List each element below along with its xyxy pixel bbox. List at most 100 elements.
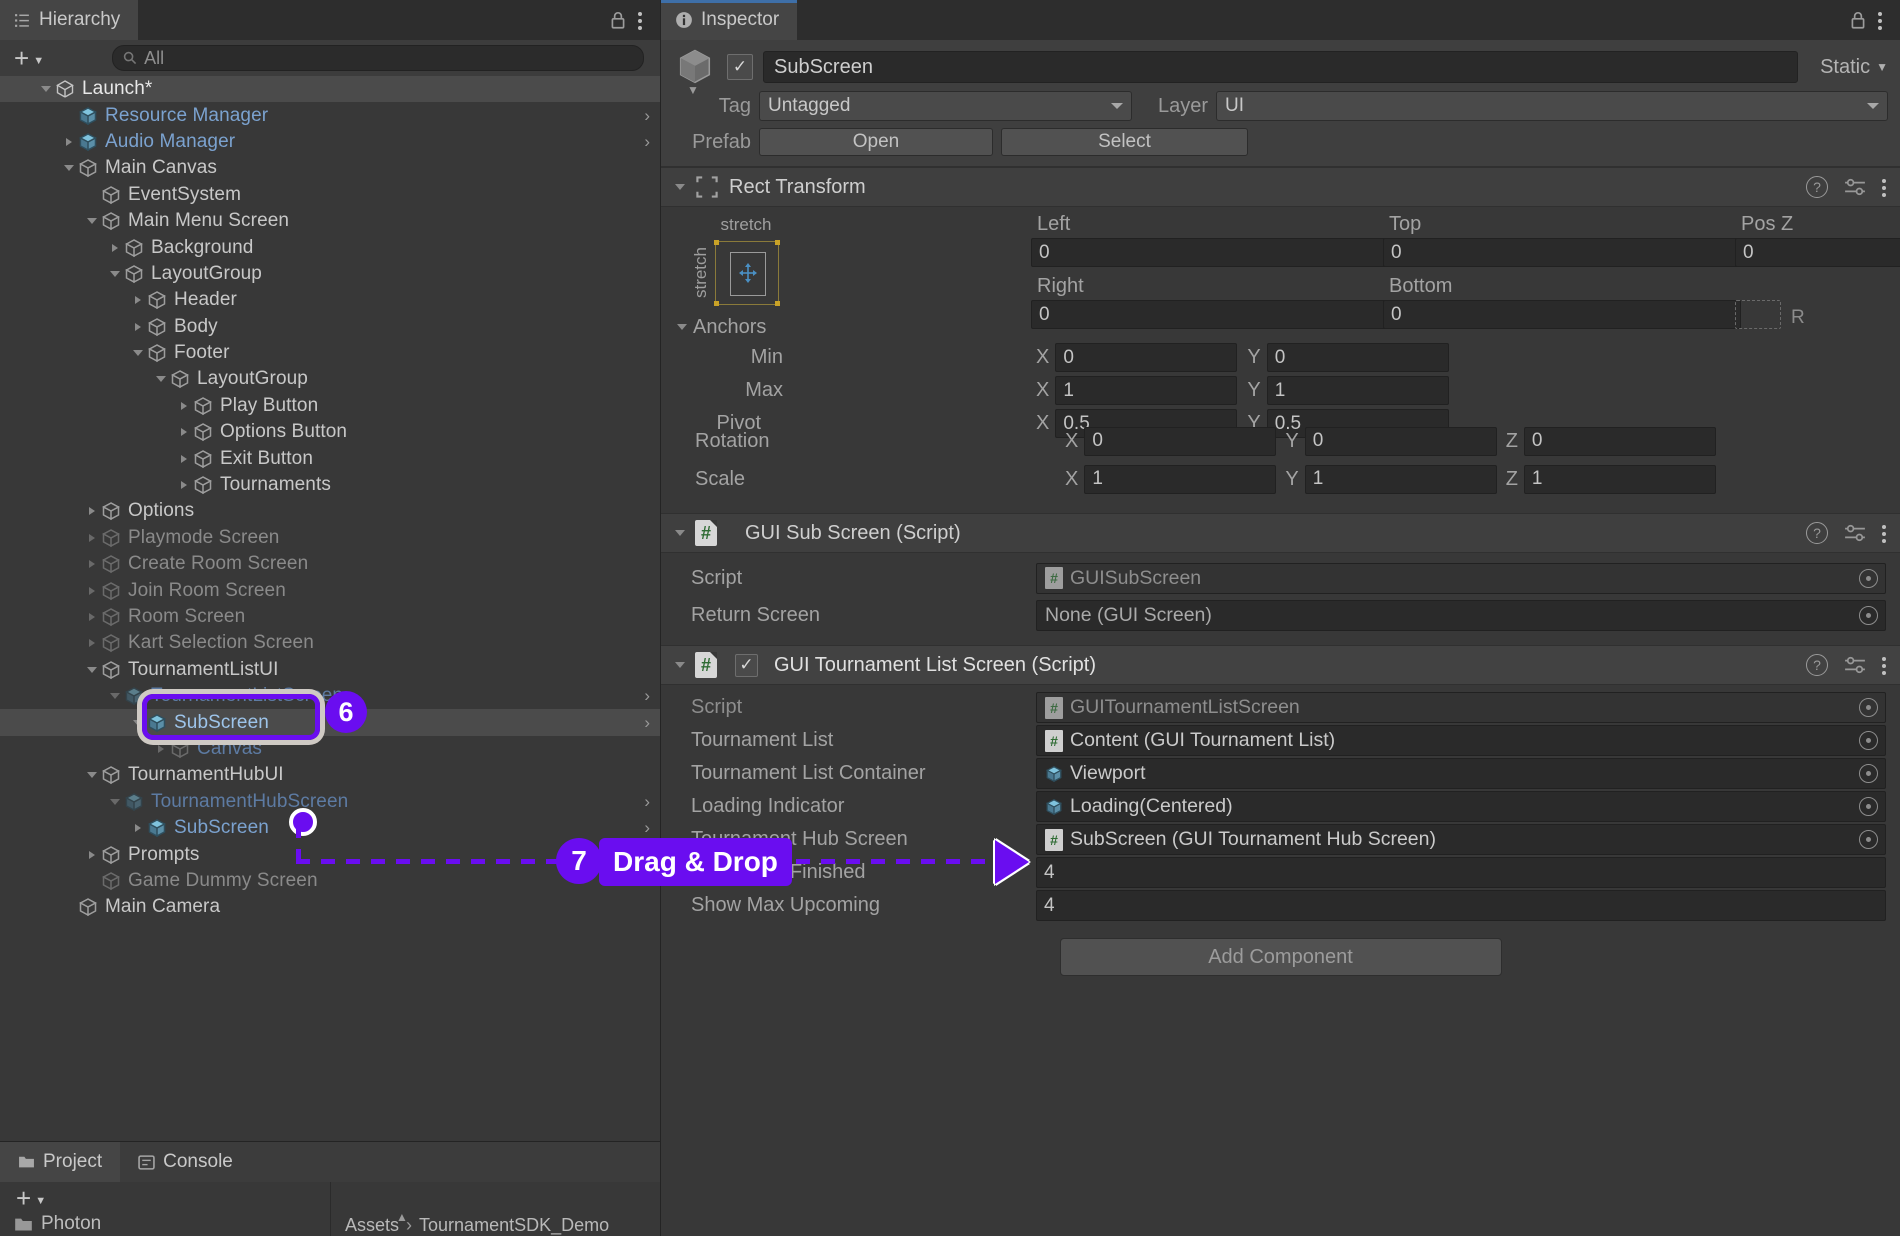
tag-dropdown[interactable]: Untagged	[759, 91, 1132, 121]
project-add-button[interactable]: + ▼	[10, 1185, 52, 1211]
hierarchy-item-main-canvas[interactable]: Main Canvas	[0, 155, 660, 181]
collapse-triangle-icon[interactable]	[675, 662, 685, 668]
hierarchy-item-main-menu-screen[interactable]: Main Menu Screen	[0, 208, 660, 234]
hierarchy-item-play-button[interactable]: Play Button	[0, 393, 660, 419]
collapse-triangle-icon[interactable]	[675, 184, 685, 190]
chevron-down-icon[interactable]	[106, 799, 124, 805]
layer-dropdown[interactable]: UI	[1216, 91, 1888, 121]
anchor-max-x-input[interactable]: 1	[1055, 376, 1237, 405]
rotation-x-input[interactable]: 0	[1084, 427, 1276, 456]
gui-tournament-list-screen-header[interactable]: # ✓ GUI Tournament List Screen (Script) …	[661, 645, 1900, 685]
chevron-right-icon[interactable]	[83, 613, 101, 621]
chevron-right-icon[interactable]	[152, 745, 170, 753]
chevron-right-icon[interactable]	[129, 323, 147, 331]
property-objectfield[interactable]: #Content (GUI Tournament List)	[1036, 725, 1886, 756]
hierarchy-item-layoutgroup[interactable]: LayoutGroup	[0, 261, 660, 287]
add-gameobject-button[interactable]: + ▼	[8, 45, 50, 71]
property-number-input[interactable]: 4	[1036, 890, 1886, 921]
hierarchy-item-footer[interactable]: Footer	[0, 340, 660, 366]
scale-x-input[interactable]: 1	[1084, 465, 1276, 494]
anchor-preset-widget[interactable]: stretch stretch	[691, 215, 801, 305]
object-picker-icon[interactable]	[1859, 569, 1878, 588]
gui-sub-screen-header[interactable]: # GUI Sub Screen (Script) ?	[661, 513, 1900, 553]
hierarchy-search-input[interactable]: All	[112, 45, 644, 71]
hierarchy-item-tournamenthubscreen[interactable]: TournamentHubScreen›	[0, 789, 660, 815]
hierarchy-item-create-room-screen[interactable]: Create Room Screen	[0, 551, 660, 577]
prefab-open-button[interactable]: Open	[759, 128, 993, 156]
object-picker-icon[interactable]	[1859, 830, 1878, 849]
tab-project[interactable]: Project	[0, 1142, 120, 1182]
chevron-right-icon[interactable]	[83, 587, 101, 595]
lock-icon[interactable]	[1850, 11, 1866, 30]
hierarchy-item-background[interactable]: Background	[0, 234, 660, 260]
hierarchy-item-layoutgroup[interactable]: LayoutGroup	[0, 366, 660, 392]
component-menu-icon[interactable]	[1882, 653, 1888, 677]
hierarchy-menu-icon[interactable]	[638, 8, 644, 32]
prefab-open-chevron-icon[interactable]: ›	[644, 713, 650, 733]
chevron-down-icon[interactable]	[129, 350, 147, 356]
project-splitter[interactable]	[330, 1182, 331, 1236]
hierarchy-item-join-room-screen[interactable]: Join Room Screen	[0, 577, 660, 603]
return-screen-objectfield[interactable]: None (GUI Screen)	[1036, 600, 1886, 631]
gameobject-name-input[interactable]: SubScreen	[763, 51, 1798, 83]
hierarchy-item-canvas[interactable]: Canvas	[0, 736, 660, 762]
hierarchy-item-subscreen[interactable]: SubScreen›	[0, 815, 660, 841]
hierarchy-item-subscreen[interactable]: SubScreen›	[0, 709, 660, 735]
component-enabled-checkbox[interactable]: ✓	[735, 654, 758, 677]
chevron-right-icon[interactable]	[175, 455, 193, 463]
scale-y-input[interactable]: 1	[1305, 465, 1497, 494]
object-picker-icon[interactable]	[1859, 797, 1878, 816]
prefab-open-chevron-icon[interactable]: ›	[644, 818, 650, 838]
property-objectfield[interactable]: Viewport	[1036, 758, 1886, 789]
hierarchy-item-main-camera[interactable]: Main Camera	[0, 894, 660, 920]
hierarchy-tree[interactable]: Launch*Resource Manager›Audio Manager›Ma…	[0, 76, 660, 1236]
chevron-right-icon[interactable]	[83, 507, 101, 515]
hierarchy-item-playmode-screen[interactable]: Playmode Screen	[0, 525, 660, 551]
breadcrumb-assets[interactable]: Assets	[345, 1215, 399, 1236]
anchors-collapse-icon[interactable]	[677, 324, 687, 330]
property-objectfield[interactable]: Loading(Centered)	[1036, 791, 1886, 822]
component-menu-icon[interactable]	[1882, 175, 1888, 199]
chevron-right-icon[interactable]	[175, 428, 193, 436]
object-picker-icon[interactable]	[1859, 764, 1878, 783]
hierarchy-item-room-screen[interactable]: Room Screen	[0, 604, 660, 630]
hierarchy-item-tournaments[interactable]: Tournaments	[0, 472, 660, 498]
anchor-preset-box[interactable]	[715, 241, 779, 305]
help-icon[interactable]: ?	[1806, 176, 1828, 198]
inspector-menu-icon[interactable]	[1878, 8, 1884, 32]
property-objectfield[interactable]: #SubScreen (GUI Tournament Hub Screen)	[1036, 824, 1886, 855]
rotation-z-input[interactable]: 0	[1524, 427, 1716, 456]
lock-icon[interactable]	[610, 11, 626, 30]
rect-transform-header[interactable]: Rect Transform ?	[661, 167, 1900, 207]
tab-hierarchy[interactable]: Hierarchy	[0, 0, 138, 40]
hierarchy-item-prompts[interactable]: Prompts	[0, 841, 660, 867]
help-icon[interactable]: ?	[1806, 522, 1828, 544]
hierarchy-item-tournamentlistscreen[interactable]: TournamentListScreen›	[0, 683, 660, 709]
hierarchy-item-kart-selection-screen[interactable]: Kart Selection Screen	[0, 630, 660, 656]
rotation-y-input[interactable]: 0	[1305, 427, 1497, 456]
chevron-down-icon[interactable]	[60, 165, 78, 171]
hierarchy-item-header[interactable]: Header	[0, 287, 660, 313]
tab-inspector[interactable]: Inspector	[661, 0, 797, 40]
prefab-open-chevron-icon[interactable]: ›	[644, 132, 650, 152]
left-input[interactable]: 0	[1031, 238, 1389, 267]
prefab-open-chevron-icon[interactable]: ›	[644, 106, 650, 126]
object-picker-icon[interactable]	[1859, 731, 1878, 750]
chevron-right-icon[interactable]	[129, 296, 147, 304]
hierarchy-item-eventsystem[interactable]: EventSystem	[0, 182, 660, 208]
hierarchy-item-game-dummy-screen[interactable]: Game Dummy Screen	[0, 868, 660, 894]
chevron-right-icon[interactable]	[60, 138, 78, 146]
posz-input[interactable]: 0	[1735, 238, 1900, 267]
hierarchy-item-tournamenthubui[interactable]: TournamentHubUI	[0, 762, 660, 788]
anchor-min-x-input[interactable]: 0	[1055, 343, 1237, 372]
property-number-input[interactable]: 4	[1036, 857, 1886, 888]
chevron-right-icon[interactable]	[175, 481, 193, 489]
help-icon[interactable]: ?	[1806, 654, 1828, 676]
anchor-min-y-input[interactable]: 0	[1267, 343, 1449, 372]
hierarchy-item-options-button[interactable]: Options Button	[0, 419, 660, 445]
hierarchy-item-body[interactable]: Body	[0, 314, 660, 340]
top-input[interactable]: 0	[1383, 238, 1741, 267]
prefab-select-button[interactable]: Select	[1001, 128, 1248, 156]
add-component-button[interactable]: Add Component	[1060, 938, 1502, 976]
chevron-right-icon[interactable]	[83, 851, 101, 859]
